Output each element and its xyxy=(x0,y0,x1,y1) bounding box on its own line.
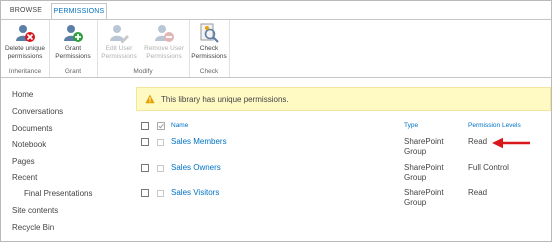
row-checkbox[interactable] xyxy=(141,164,149,172)
group-label-inheritance: Inheritance xyxy=(8,68,42,75)
banner-text: This library has unique permissions. xyxy=(161,95,289,104)
group-label-modify: Modify xyxy=(133,68,153,75)
nav-item-conversations[interactable]: Conversations xyxy=(12,107,63,116)
grant-permissions-button[interactable]: Grant Permissions xyxy=(51,22,95,60)
column-header-name[interactable]: Name xyxy=(171,122,188,129)
annotation-arrow-icon xyxy=(492,137,530,149)
group-label-grant: Grant xyxy=(64,68,82,75)
select-check-icon xyxy=(157,122,165,130)
remove-user-permissions-label: Remove User Permissions xyxy=(144,45,184,60)
nav-item-documents[interactable]: Documents xyxy=(12,124,52,133)
tab-browse[interactable]: BROWSE xyxy=(1,3,51,19)
nav-item-pages[interactable]: Pages xyxy=(12,157,35,166)
sharepoint-permissions-page: BROWSE PERMISSIONS Delete unique permiss… xyxy=(0,0,552,242)
edit-user-permissions-label: Edit User Permissions xyxy=(101,45,137,60)
check-permissions-label: Check Permissions xyxy=(191,45,227,60)
row-select-icon xyxy=(157,139,164,146)
row-name[interactable]: Sales Visitors xyxy=(171,188,219,198)
row-select-icon xyxy=(157,190,164,197)
row-checkbox[interactable] xyxy=(141,138,149,146)
nav-item-recent[interactable]: Recent xyxy=(12,173,37,182)
group-inheritance: Delete unique permissions Inheritance xyxy=(1,20,50,77)
tab-permissions[interactable]: PERMISSIONS xyxy=(51,3,107,19)
unique-permissions-banner: This library has unique permissions. xyxy=(136,87,551,111)
row-type: SharePoint Group xyxy=(404,137,444,156)
row-permission-level: Read xyxy=(468,188,488,197)
group-label-check: Check xyxy=(199,68,219,75)
edit-permissions-icon xyxy=(110,25,129,43)
select-all-checkbox[interactable] xyxy=(141,122,149,130)
remove-permissions-icon xyxy=(155,25,174,42)
ribbon-tabs: BROWSE PERMISSIONS xyxy=(1,1,551,19)
delete-unique-permissions-button[interactable]: Delete unique permissions xyxy=(1,22,49,60)
row-type: SharePoint Group xyxy=(404,163,444,182)
row-permission-level: Full Control xyxy=(468,163,509,172)
nav-item-final-presentations[interactable]: Final Presentations xyxy=(24,189,92,198)
nav-item-site-contents[interactable]: Site contents xyxy=(12,206,58,215)
group-check: Check Permissions Check xyxy=(189,20,230,77)
nav-item-notebook[interactable]: Notebook xyxy=(12,140,46,149)
delete-permissions-icon xyxy=(16,25,35,42)
row-name[interactable]: Sales Members xyxy=(171,137,227,147)
grant-permissions-label: Grant Permissions xyxy=(55,45,91,60)
group-grant: Grant Permissions Grant xyxy=(49,20,98,77)
remove-user-permissions-button[interactable]: Remove User Permissions xyxy=(141,22,187,60)
row-name[interactable]: Sales Owners xyxy=(171,163,221,173)
row-select-icon xyxy=(157,165,164,172)
group-modify: Edit User Permissions Remove User Permis… xyxy=(97,20,190,77)
edit-user-permissions-button[interactable]: Edit User Permissions xyxy=(99,22,139,60)
ribbon: Delete unique permissions Inheritance Gr… xyxy=(1,19,551,78)
column-header-permission-levels[interactable]: Permission Levels xyxy=(468,122,521,129)
row-checkbox[interactable] xyxy=(141,189,149,197)
delete-unique-permissions-label: Delete unique permissions xyxy=(4,45,46,60)
warning-icon xyxy=(145,94,155,104)
column-header-type[interactable]: Type xyxy=(404,122,418,129)
row-permission-level: Read xyxy=(468,137,488,146)
check-permissions-icon xyxy=(200,23,219,43)
row-type: SharePoint Group xyxy=(404,188,444,207)
check-permissions-button[interactable]: Check Permissions xyxy=(189,22,229,60)
nav-item-home[interactable]: Home xyxy=(12,90,33,99)
grant-permissions-icon xyxy=(64,25,83,42)
nav-item-recycle-bin[interactable]: Recycle Bin xyxy=(12,223,54,232)
